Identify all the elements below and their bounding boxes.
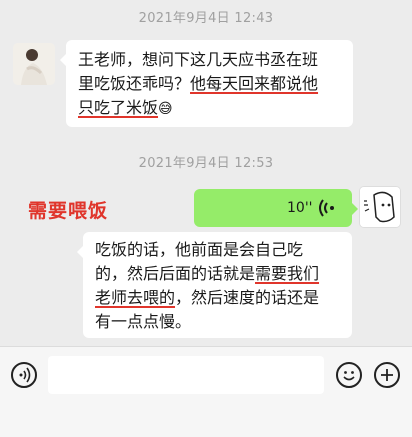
message-text: 吃饭的话，他前面是会自己吃 — [95, 240, 304, 259]
message-text: 的，然后后面的话就是 — [95, 264, 256, 283]
message-bubble[interactable]: 吃饭的话，他前面是会自己吃 的，然后后面的话就是需要我们 老师去喂的，然后速度的… — [77, 232, 352, 338]
message-text-underlined: 需要我们 — [255, 264, 320, 283]
message-text: 王老师，想问下这几天应书丞在班 — [78, 50, 319, 69]
input-toolbar — [0, 346, 412, 437]
message-text-underlined: 他每天回来都说他 — [190, 74, 319, 93]
plus-icon[interactable] — [374, 362, 400, 388]
message-text: ，然后速度的话还是 — [175, 288, 320, 307]
message-bubble[interactable]: 王老师，想问下这几天应书丞在班 里吃饭还乖吗？他每天回来都说他 只吃了米饭😅 — [60, 40, 353, 127]
voice-message-bubble[interactable]: 10'' — [194, 189, 358, 227]
emoji-icon[interactable] — [336, 362, 362, 388]
voice-wave-icon — [318, 198, 336, 225]
handwritten-annotation: 需要喂饭 — [28, 200, 109, 222]
message-text: 有一点点慢。 — [95, 312, 192, 331]
sweat-smile-emoji-icon: 😅 — [158, 101, 173, 117]
voice-duration: 10'' — [287, 200, 313, 216]
teacher-avatar[interactable] — [359, 186, 401, 228]
voice-input-icon[interactable] — [11, 362, 37, 388]
cartoon-face-icon — [360, 187, 400, 227]
timestamp: 2021年9月4日 12:43 — [138, 11, 274, 26]
message-input[interactable] — [48, 356, 324, 394]
timestamp: 2021年9月4日 12:53 — [138, 156, 274, 171]
message-text-underlined: 老师去喂的 — [95, 288, 176, 307]
message-text: 里吃饭还乖吗？ — [78, 74, 191, 93]
person-photo-icon — [13, 43, 55, 85]
parent-avatar[interactable] — [13, 43, 55, 85]
message-text-underlined: 只吃了米饭 — [78, 98, 159, 117]
